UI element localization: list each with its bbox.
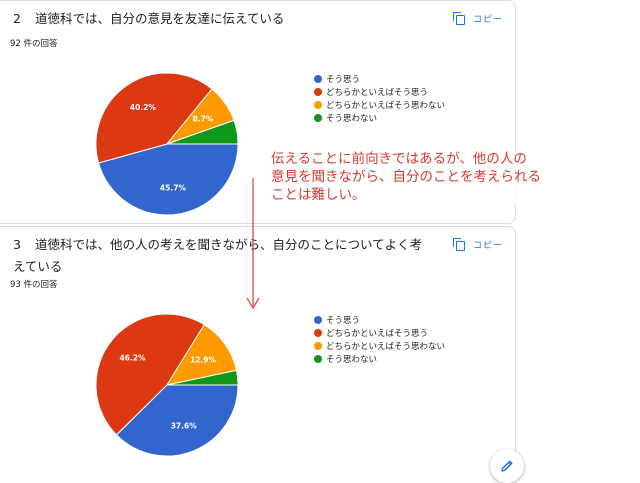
response-count: 93 件の回答	[10, 280, 58, 290]
annotation-line: ことは難しい。	[271, 187, 366, 203]
pie-chart: 45.7% 40.2% 8.7%	[95, 72, 239, 216]
slice-label: 8.7%	[193, 115, 214, 124]
legend-item: そう思う	[314, 72, 445, 85]
annotation-text: 伝えることに前向きではあるが、他の人の 意見を聞きながら、自分のことを考えられる…	[271, 150, 639, 204]
legend-swatch	[314, 341, 322, 350]
legend-label: どちらかといえばそう思わない	[326, 341, 446, 352]
copy-label: コピー	[472, 14, 503, 25]
copy-button[interactable]: コピー	[452, 9, 503, 27]
copy-label: コピー	[472, 240, 503, 251]
question-text: 道徳科では、他の人の考えを聞きながら、自分のことについてよく考えている	[13, 237, 423, 274]
legend-label: どちらかといえばそう思わない	[326, 100, 446, 111]
legend-swatch	[314, 74, 322, 83]
legend-item: そう思わない	[314, 111, 445, 124]
chart-legend: そう思うどちらかといえばそう思うどちらかといえばそう思わない そう思わない	[314, 313, 445, 365]
legend-item: どちらかといえばそう思う	[314, 326, 445, 339]
question-number: 2	[13, 11, 21, 26]
slice-label: 46.2%	[120, 354, 147, 363]
legend-label: そう思う	[326, 74, 361, 85]
annotation-line: 意見を聞きながら、自分のことを考えられる	[271, 169, 541, 185]
copy-icon	[452, 11, 465, 25]
slice-label: 12.9%	[190, 356, 217, 365]
legend-label: どちらかといえばそう思う	[326, 328, 429, 339]
legend-swatch	[314, 87, 322, 96]
legend-label: そう思う	[326, 315, 361, 326]
pie-chart: 37.6% 46.2% 12.9%	[95, 313, 239, 457]
legend-swatch	[314, 100, 322, 109]
slice-label: 45.7%	[160, 184, 187, 193]
legend-swatch	[314, 328, 322, 337]
copy-icon	[452, 237, 465, 251]
edit-button[interactable]	[490, 449, 524, 483]
annotation-arrow	[246, 178, 260, 310]
legend-swatch	[314, 113, 322, 122]
legend-swatch	[314, 354, 322, 363]
legend-item: そう思わない	[314, 352, 445, 365]
response-count: 92 件の回答	[10, 39, 58, 49]
legend-label: どちらかといえばそう思う	[326, 87, 429, 98]
slice-label: 37.6%	[171, 422, 198, 431]
copy-button[interactable]: コピー	[452, 235, 503, 253]
legend-item: そう思う	[314, 313, 445, 326]
annotation-line: 伝えることに前向きではあるが、他の人の	[271, 151, 527, 167]
slice-label: 40.2%	[130, 103, 157, 112]
chart-legend: そう思うどちらかといえばそう思うどちらかといえばそう思わない そう思わない	[314, 72, 445, 124]
legend-item: どちらかといえばそう思わない	[314, 339, 445, 352]
legend-item: どちらかといえばそう思う	[314, 85, 445, 98]
legend-label: そう思わない	[326, 113, 378, 124]
pencil-icon	[501, 460, 513, 472]
question-text: 道徳科では、自分の意見を友達に伝えている	[35, 11, 285, 26]
legend-label: そう思わない	[326, 354, 378, 365]
legend-item: どちらかといえばそう思わない	[314, 98, 445, 111]
legend-swatch	[314, 315, 322, 324]
question-title: 3 道徳科では、他の人の考えを聞きながら、自分のことについてよく考えている	[13, 234, 433, 278]
question-title: 2 道徳科では、自分の意見を友達に伝えている	[13, 8, 433, 30]
question-number: 3	[13, 237, 21, 252]
